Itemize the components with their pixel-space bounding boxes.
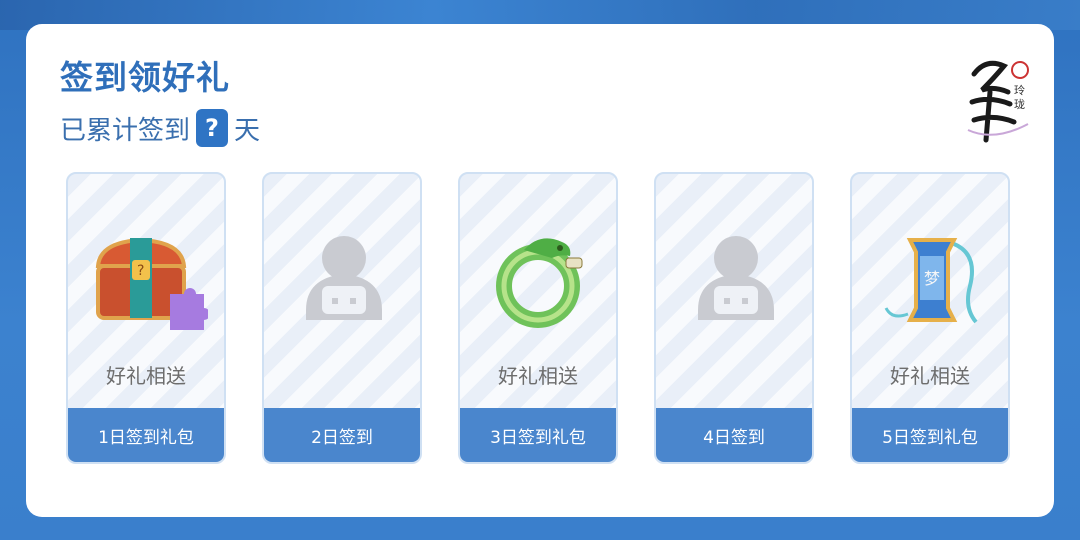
treasure-chest-icon: ? <box>95 237 208 330</box>
jade-dragon-ring-icon <box>496 238 583 328</box>
days-count-badge: ? <box>196 109 229 147</box>
gift-text: 好礼相送 <box>890 364 970 388</box>
card-footer-label[interactable]: 2日签到 <box>264 408 420 462</box>
card-footer-label[interactable]: 1日签到礼包 <box>68 408 224 462</box>
svg-text:梦: 梦 <box>924 269 940 288</box>
card-footer-label[interactable]: 4日签到 <box>656 408 812 462</box>
sign-in-count: 已累计签到 ? 天 <box>60 108 260 148</box>
sign-in-panel: 签到领好礼 已累计签到 ? 天 玲 珑 ? 好礼相送 1日签到礼包 2日签到 好… <box>26 24 1054 517</box>
day-card-3[interactable]: 好礼相送 3日签到礼包 <box>458 172 618 464</box>
dream-scroll-pendant-icon: 梦 <box>884 238 978 324</box>
page-title: 签到领好礼 <box>60 58 230 97</box>
gift-text: 好礼相送 <box>106 364 186 388</box>
placeholder-avatar-icon <box>698 236 774 320</box>
placeholder-avatar-icon <box>306 236 382 320</box>
day-card-4[interactable]: 4日签到 <box>654 172 814 464</box>
day-card-2[interactable]: 2日签到 <box>262 172 422 464</box>
gift-text: 好礼相送 <box>498 364 578 388</box>
svg-text:玲: 玲 <box>1014 84 1025 97</box>
day-card-1[interactable]: ? 好礼相送 1日签到礼包 <box>66 172 226 464</box>
game-logo: 玲 珑 <box>967 60 1029 143</box>
card-footer-label[interactable]: 5日签到礼包 <box>852 408 1008 462</box>
subtitle-prefix: 已累计签到 <box>60 115 191 146</box>
day-card-5[interactable]: 梦 好礼相送 5日签到礼包 <box>850 172 1010 464</box>
card-footer-label[interactable]: 3日签到礼包 <box>460 408 616 462</box>
svg-text:?: ? <box>137 263 144 279</box>
subtitle-suffix: 天 <box>234 115 261 146</box>
svg-text:珑: 珑 <box>1014 98 1025 111</box>
